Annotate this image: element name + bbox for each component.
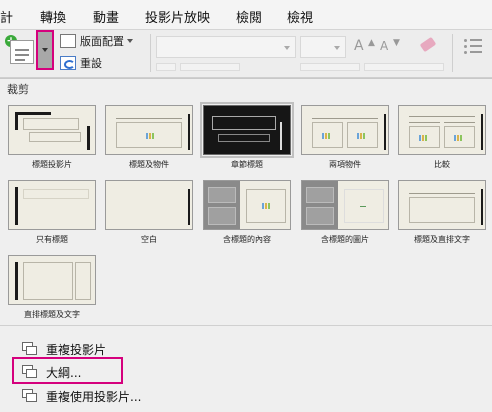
divider <box>0 325 492 326</box>
chevron-down-icon <box>127 39 133 43</box>
layout-thumb-picture-caption[interactable] <box>301 180 389 230</box>
format-button[interactable] <box>180 63 240 71</box>
layout-button[interactable]: 版面配置 <box>60 32 133 50</box>
font-name-field[interactable] <box>156 36 296 58</box>
menu-slideshow[interactable]: 投影片放映 <box>145 7 210 26</box>
new-slide-dropdown-panel: 裁剪 標題投影片 標題及物件 章節標題 兩項物件 比較 只有標題 空白 含標題的… <box>0 78 492 412</box>
menu-view[interactable]: 檢視 <box>287 7 313 26</box>
layout-thumb-title-content[interactable] <box>105 105 193 155</box>
ribbon: + 版面配置 重設 A ▲ A ▼ <box>0 30 492 78</box>
reset-icon <box>60 56 76 70</box>
outline-icon <box>22 365 38 379</box>
layout-thumb-vertical-title-text[interactable] <box>8 255 96 305</box>
decrease-font-icon[interactable]: A <box>380 39 388 53</box>
layout-thumb-content-caption[interactable] <box>203 180 291 230</box>
layout-label-two-content: 兩項物件 <box>329 160 361 169</box>
new-slide-button[interactable]: + <box>4 34 36 70</box>
layout-icon <box>60 34 76 48</box>
layout-label-title-vertical-text: 標題及直排文字 <box>414 235 470 244</box>
layout-thumb-title-vertical-text[interactable] <box>398 180 486 230</box>
outline-label: 大綱... <box>46 365 82 380</box>
layout-label-content-caption: 含標題的內容 <box>223 235 271 244</box>
layout-thumb-comparison[interactable] <box>398 105 486 155</box>
menu-bar: 計 轉換 動畫 投影片放映 檢閱 檢視 <box>0 0 492 30</box>
format-button[interactable] <box>364 63 444 71</box>
layout-label-comparison: 比較 <box>434 160 450 169</box>
menu-animations[interactable]: 動畫 <box>93 7 119 26</box>
duplicate-slide-label: 重複投影片 <box>46 342 107 357</box>
layout-label-title-only: 只有標題 <box>36 235 68 244</box>
layout-label: 版面配置 <box>80 35 124 48</box>
layout-thumb-title-only[interactable] <box>8 180 96 230</box>
layout-label-vertical-title-text: 直排標題及文字 <box>24 310 80 319</box>
section-label: 裁剪 <box>7 83 29 96</box>
menu-transitions[interactable]: 轉換 <box>40 7 66 26</box>
layout-thumb-section-header[interactable] <box>200 102 294 158</box>
chevron-down-icon <box>284 46 290 50</box>
layout-label-section-header: 章節標題 <box>231 160 263 169</box>
bullet-list-icon[interactable] <box>464 38 484 54</box>
duplicate-slide-icon <box>22 342 38 356</box>
divider <box>150 34 151 72</box>
caret-up-icon: ▲ <box>368 38 375 48</box>
layout-label-title-content: 標題及物件 <box>129 160 169 169</box>
reuse-slides-menu-item[interactable]: 重複使用投影片... <box>22 387 141 405</box>
layout-thumb-title-slide[interactable] <box>8 105 96 155</box>
layout-label-title-slide: 標題投影片 <box>32 160 72 169</box>
font-size-field[interactable] <box>300 36 346 58</box>
outline-menu-item[interactable]: 大綱... <box>22 363 81 381</box>
layout-thumb-two-content[interactable] <box>301 105 389 155</box>
chevron-down-icon <box>42 48 48 52</box>
menu-design[interactable]: 計 <box>0 7 13 26</box>
new-slide-dropdown-button[interactable] <box>36 30 54 70</box>
format-button[interactable] <box>156 63 176 71</box>
layout-label-blank: 空白 <box>141 235 157 244</box>
format-button[interactable] <box>300 63 360 71</box>
caret-down-icon: ▼ <box>393 38 400 48</box>
layout-label-picture-caption: 含標題的圖片 <box>321 235 369 244</box>
layout-thumb-blank[interactable] <box>105 180 193 230</box>
reset-label: 重設 <box>80 57 102 70</box>
menu-review[interactable]: 檢閱 <box>236 7 262 26</box>
reuse-slides-label: 重複使用投影片... <box>46 389 142 404</box>
clear-formatting-icon[interactable] <box>418 36 438 55</box>
divider <box>452 34 453 72</box>
increase-font-icon[interactable]: A <box>354 38 364 54</box>
reset-button[interactable]: 重設 <box>60 54 102 72</box>
new-slide-icon <box>10 40 34 64</box>
duplicate-slide-menu-item[interactable]: 重複投影片 <box>22 340 106 358</box>
reuse-slides-icon <box>22 389 38 403</box>
chevron-down-icon <box>334 46 340 50</box>
